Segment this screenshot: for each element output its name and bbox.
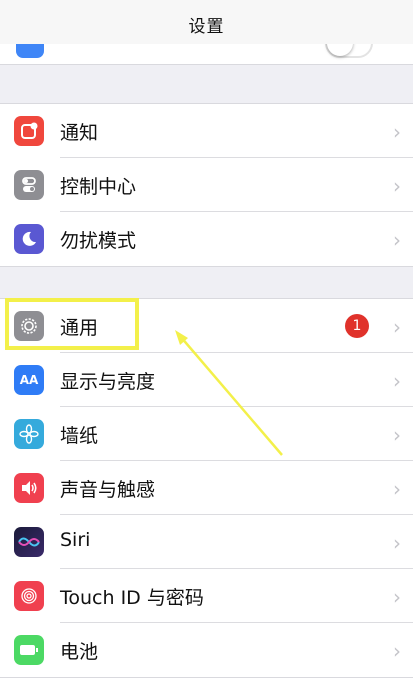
annotation-arrow xyxy=(175,330,283,456)
